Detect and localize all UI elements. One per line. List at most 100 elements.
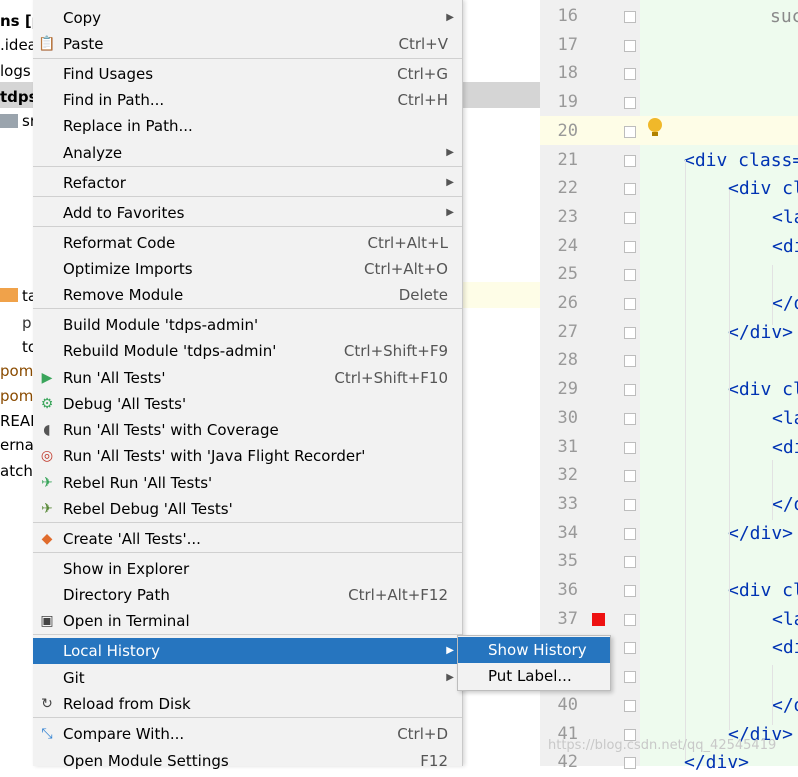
menu-item-open-in-terminal[interactable]: ▣ Open in Terminal [33, 608, 462, 634]
fold-marker-icon[interactable] [624, 211, 636, 224]
fold-marker-icon[interactable] [624, 384, 636, 397]
menu-item-analyze[interactable]: Analyze ▶ [33, 140, 462, 166]
code-line[interactable]: </d [772, 691, 798, 720]
fold-marker-icon[interactable] [624, 183, 636, 196]
code-line[interactable]: <div cl [728, 375, 798, 404]
menu-item-paste[interactable]: 📋 Paste Ctrl+V [33, 31, 462, 57]
menu-item-shortcut: Ctrl+Alt+F12 [348, 586, 448, 604]
code-line[interactable]: </div> [728, 318, 793, 347]
fold-marker-icon[interactable] [624, 298, 636, 310]
fold-marker-icon[interactable] [624, 556, 636, 569]
code-line[interactable]: <di [772, 633, 798, 662]
fold-marker-icon[interactable] [624, 613, 636, 626]
menu-item-rebel-debug-all-tests[interactable]: ✈ Rebel Debug 'All Tests' [33, 496, 462, 522]
tree-item[interactable]: .idea [0, 32, 37, 58]
menu-item-run-all-tests[interactable]: ▶ Run 'All Tests' Ctrl+Shift+F10 [33, 365, 462, 391]
tree-item[interactable]: pom [0, 383, 33, 409]
line-number: 19 [557, 92, 578, 113]
menu-item-reload-from-disk[interactable]: ↻ Reload from Disk [33, 691, 462, 717]
submenu-arrow-icon: ▶ [446, 12, 454, 23]
submenu-item-put-label[interactable]: Put Label... [458, 663, 610, 689]
menu-item-rebel-run-all-tests[interactable]: ✈ Rebel Run 'All Tests' [33, 470, 462, 496]
menu-item-label: Analyze [63, 144, 123, 162]
indent-guide [685, 160, 686, 760]
fold-marker-icon[interactable] [624, 240, 636, 253]
menu-item-local-history[interactable]: Local History ▶ [33, 638, 462, 664]
fold-marker-icon[interactable] [624, 498, 636, 511]
fold-marker-icon[interactable] [624, 68, 636, 81]
menu-item-git[interactable]: Git ▶ [33, 665, 462, 691]
code-line[interactable]: <di [772, 232, 798, 261]
menu-item-reformat-code[interactable]: Reformat Code Ctrl+Alt+L [33, 230, 462, 256]
menu-item-show-in-explorer[interactable]: Show in Explorer [33, 556, 462, 582]
code-line[interactable]: <div class= [684, 146, 798, 175]
fold-marker-icon[interactable] [624, 671, 636, 684]
menu-item-remove-module[interactable]: Remove Module Delete [33, 282, 462, 308]
menu-item-find-in-path[interactable]: Find in Path... Ctrl+H [33, 87, 462, 113]
menu-item-shortcut: Ctrl+G [397, 65, 448, 83]
fold-marker-icon[interactable] [624, 470, 636, 483]
breakpoint-marker-icon[interactable] [592, 613, 605, 626]
line-number: 29 [557, 379, 578, 400]
fold-marker-icon[interactable] [624, 355, 636, 368]
submenu-item-show-history[interactable]: Show History [458, 637, 610, 663]
submenu-item-label: Put Label... [488, 667, 572, 685]
watermark: https://blog.csdn.net/qq_42545419 [548, 738, 777, 753]
menu-item-label: Find in Path... [63, 91, 165, 109]
tree-item[interactable]: REAI [0, 408, 35, 434]
tree-item[interactable]: logs [0, 58, 31, 84]
menu-item-run-all-tests-with-coverage[interactable]: ◖ Run 'All Tests' with Coverage [33, 417, 462, 443]
fold-marker-icon[interactable] [624, 527, 636, 540]
tree-item[interactable]: pom [0, 358, 33, 384]
menu-item-build-module-tdps-admin[interactable]: Build Module 'tdps-admin' [33, 312, 462, 338]
menu-item-shortcut: Ctrl+Shift+F9 [343, 342, 448, 360]
menu-item-optimize-imports[interactable]: Optimize Imports Ctrl+Alt+O [33, 256, 462, 282]
menu-item-label: Local History [63, 642, 161, 660]
fold-marker-icon[interactable] [624, 441, 636, 454]
fold-marker-icon[interactable] [624, 11, 636, 23]
menu-separator [33, 522, 462, 523]
menu-item-directory-path[interactable]: Directory Path Ctrl+Alt+F12 [33, 582, 462, 608]
menu-item-debug-all-tests[interactable]: ⚙ Debug 'All Tests' [33, 391, 462, 417]
fold-marker-icon[interactable] [624, 412, 636, 425]
menu-item-copy[interactable]: Copy ▶ [33, 5, 462, 31]
code-line[interactable]: <la [772, 605, 798, 634]
tree-item[interactable]: atch [0, 458, 33, 484]
code-line[interactable]: <div cl [728, 576, 798, 605]
menu-item-add-to-favorites[interactable]: Add to Favorites ▶ [33, 200, 462, 226]
fold-marker-icon[interactable] [624, 97, 636, 110]
code-line[interactable]: </d [772, 490, 798, 519]
menu-item-create-all-tests[interactable]: ◆ Create 'All Tests'... [33, 526, 462, 552]
menu-item-find-usages[interactable]: Find Usages Ctrl+G [33, 61, 462, 87]
line-number: 37 [557, 608, 578, 629]
menu-item-rebuild-module-tdps-admin[interactable]: Rebuild Module 'tdps-admin' Ctrl+Shift+F9 [33, 338, 462, 364]
tree-item[interactable]: tdps [0, 84, 38, 110]
fold-marker-icon[interactable] [624, 125, 636, 138]
tree-item[interactable]: erna [0, 432, 34, 458]
code-line[interactable]: </div> [728, 519, 793, 548]
menu-item-open-module-settings[interactable]: Open Module Settings F12 [33, 748, 462, 774]
menu-item-refactor[interactable]: Refactor ▶ [33, 170, 462, 196]
intention-bulb-icon[interactable] [648, 118, 662, 136]
code-line[interactable]: <la [772, 404, 798, 433]
menu-item-label: Open in Terminal [63, 612, 190, 630]
tree-item[interactable]: p [22, 310, 32, 336]
menu-item-compare-with[interactable]: ⤡ Compare With... Ctrl+D [33, 721, 462, 747]
create-config-icon: ◆ [41, 531, 53, 547]
code-line[interactable]: <div cl [728, 174, 798, 203]
code-line[interactable]: <di [772, 433, 798, 462]
code-line[interactable]: suc [770, 2, 798, 31]
fold-marker-icon[interactable] [624, 699, 636, 712]
fold-marker-icon[interactable] [624, 585, 636, 597]
fold-marker-icon[interactable] [624, 642, 636, 655]
code-line[interactable]: </d [772, 289, 798, 318]
run-icon: ▶ [41, 370, 53, 386]
fold-marker-icon[interactable] [624, 757, 636, 770]
menu-item-run-all-tests-with-java-flight-recorder[interactable]: ◎ Run 'All Tests' with 'Java Flight Recor… [33, 443, 462, 469]
fold-marker-icon[interactable] [624, 154, 636, 167]
fold-marker-icon[interactable] [624, 39, 636, 52]
fold-marker-icon[interactable] [624, 326, 636, 339]
fold-marker-icon[interactable] [624, 269, 636, 282]
code-line[interactable]: <la [772, 203, 798, 232]
menu-item-replace-in-path[interactable]: Replace in Path... [33, 113, 462, 139]
